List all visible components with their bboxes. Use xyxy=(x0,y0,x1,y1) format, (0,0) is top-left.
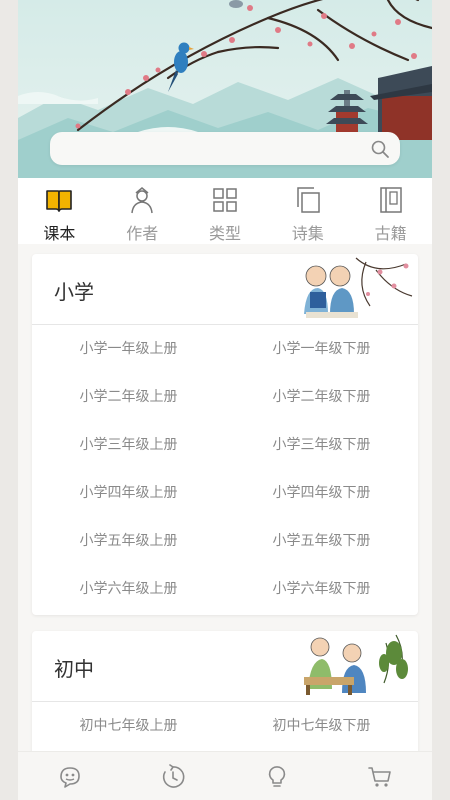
grade-item[interactable]: 小学三年级下册 xyxy=(225,421,418,469)
tab-label: 古籍 xyxy=(374,224,407,243)
app-screen: 课本 作者 类型 诗集 古籍 小学 小学一年级上册 小学一年级下册 小学二年级上… xyxy=(18,0,432,800)
author-icon xyxy=(131,187,153,214)
tab-classics[interactable]: 古籍 xyxy=(349,178,432,244)
grade-item[interactable]: 小学四年级下册 xyxy=(225,469,418,517)
grid-icon xyxy=(213,188,237,212)
section-title: 小学 xyxy=(54,280,94,304)
grade-item[interactable]: 小学一年级上册 xyxy=(32,325,225,373)
tab-label: 课本 xyxy=(43,224,76,243)
nav-chat[interactable] xyxy=(18,752,122,800)
history-icon xyxy=(163,763,185,788)
nav-idea[interactable] xyxy=(225,752,329,800)
tab-type[interactable]: 类型 xyxy=(184,178,267,244)
grade-item[interactable]: 小学五年级下册 xyxy=(225,517,418,565)
search-input[interactable] xyxy=(50,132,350,165)
section-card-primary: 小学 小学一年级上册 小学一年级下册 小学二年级上册 小学二年级下册 小学三年级… xyxy=(32,254,418,615)
book-icon xyxy=(46,190,73,212)
tab-author[interactable]: 作者 xyxy=(101,178,184,244)
tab-label: 类型 xyxy=(208,224,241,243)
section-header[interactable]: 初中 xyxy=(32,631,418,702)
grade-item[interactable]: 小学二年级上册 xyxy=(32,373,225,421)
grade-list: 小学一年级上册 小学一年级下册 小学二年级上册 小学二年级下册 小学三年级上册 … xyxy=(32,325,418,613)
idea-icon xyxy=(268,765,285,787)
grade-item[interactable]: 小学二年级下册 xyxy=(225,373,418,421)
tab-label: 诗集 xyxy=(291,224,324,243)
nav-cart[interactable] xyxy=(329,752,433,800)
chat-face-icon xyxy=(59,766,80,788)
grade-item[interactable]: 小学四年级上册 xyxy=(32,469,225,517)
tab-textbook[interactable]: 课本 xyxy=(18,178,101,244)
grade-item[interactable]: 初中七年级下册 xyxy=(225,702,418,750)
grade-item[interactable]: 小学五年级上册 xyxy=(32,517,225,565)
section-header[interactable]: 小学 xyxy=(32,254,418,325)
search-bar[interactable] xyxy=(50,132,400,165)
category-tabs: 课本 作者 类型 诗集 古籍 xyxy=(18,178,432,244)
tab-collection[interactable]: 诗集 xyxy=(266,178,349,244)
grade-item[interactable]: 小学六年级下册 xyxy=(225,565,418,613)
section-title: 初中 xyxy=(54,657,94,681)
grade-item[interactable]: 初中七年级上册 xyxy=(32,702,225,750)
classic-book-icon xyxy=(379,187,402,213)
grade-item[interactable]: 小学一年级下册 xyxy=(225,325,418,373)
children-reading-illustration xyxy=(304,257,413,318)
collection-icon xyxy=(297,187,320,213)
nav-history[interactable] xyxy=(122,752,226,800)
search-icon[interactable] xyxy=(370,139,390,159)
grade-list: 初中七年级上册 初中七年级下册 xyxy=(32,702,418,750)
cart-icon xyxy=(368,766,392,787)
grade-item[interactable]: 小学三年级上册 xyxy=(32,421,225,469)
bottom-nav xyxy=(18,751,432,800)
grade-item[interactable]: 小学六年级上册 xyxy=(32,565,225,613)
children-music-illustration xyxy=(304,634,408,695)
tab-label: 作者 xyxy=(126,224,159,243)
